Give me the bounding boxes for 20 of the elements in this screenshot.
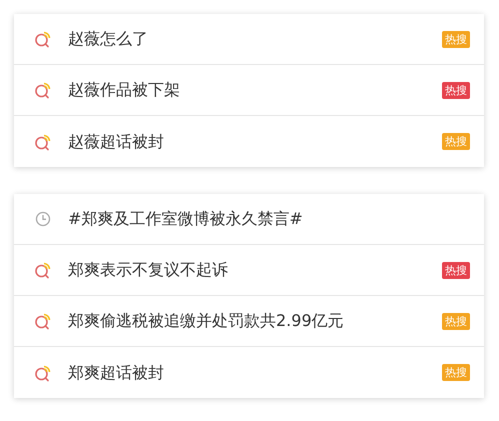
search-suggestion[interactable]: 郑爽偷逃税被追缴并处罚款共2.99亿元	[68, 309, 442, 333]
hot-badge: 热搜	[442, 364, 470, 381]
hot-search-icon	[34, 30, 52, 48]
hot-badge: 热搜	[442, 82, 470, 98]
clock-icon	[34, 210, 52, 228]
search-suggestion[interactable]: 赵薇超话被封	[68, 130, 442, 154]
search-suggestion[interactable]: 赵薇作品被下架	[68, 78, 442, 102]
hot-search-icon	[34, 81, 52, 99]
hot-badge: 热搜	[442, 30, 470, 48]
hot-badge: 热搜	[442, 133, 470, 150]
hot-search-icon	[34, 132, 52, 150]
hot-badge: 热搜	[442, 312, 470, 330]
search-suggestion[interactable]: 赵薇怎么了	[68, 27, 442, 51]
hot-search-icon	[34, 261, 52, 279]
search-suggestion[interactable]: 郑爽超话被封	[68, 360, 442, 384]
search-suggestion[interactable]: 郑爽表示不复议不起诉	[68, 258, 442, 282]
hot-search-icon	[34, 312, 52, 330]
history-item[interactable]: #郑爽及工作室微博被永久禁言#	[68, 207, 470, 231]
hot-badge: 热搜	[442, 262, 470, 278]
hot-search-icon	[34, 364, 52, 382]
